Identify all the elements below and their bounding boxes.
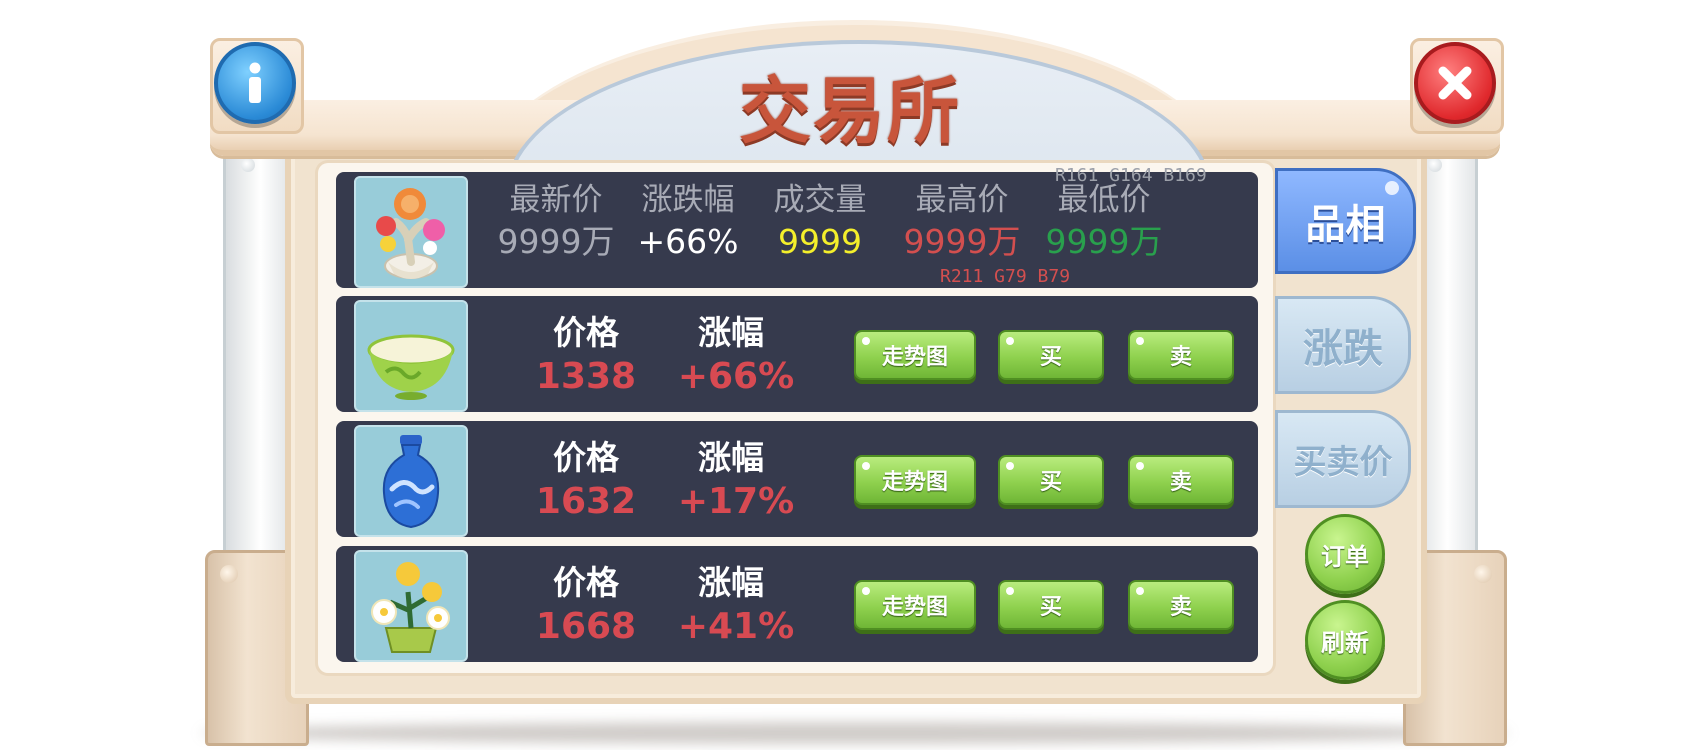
item-price: 1338	[535, 356, 637, 397]
item-change: +66%	[677, 356, 795, 397]
button-label: 卖	[1169, 345, 1192, 370]
change-label: 涨幅	[698, 438, 764, 477]
tea-bowl-icon	[367, 334, 455, 400]
stat-value: 9999万	[497, 222, 615, 261]
annotation-top: R161 G164 B169	[1055, 165, 1207, 186]
stat-value: +66%	[637, 222, 739, 261]
tab-label: 涨跌	[1303, 326, 1383, 372]
flower-pot-icon	[371, 562, 450, 653]
button-label: 卖	[1169, 470, 1192, 495]
stat-volume: 成交量 9999	[750, 180, 890, 264]
button-label: 刷新	[1321, 628, 1369, 657]
stat-low-price: 最低价 9999万	[1034, 180, 1174, 264]
sell-button[interactable]: 卖	[1128, 580, 1234, 630]
tab-label: 买卖价	[1293, 442, 1393, 481]
item-thumbnail	[354, 550, 468, 662]
page-title: 交易所	[738, 69, 961, 153]
price-label: 价格	[553, 563, 619, 602]
stat-label: 最高价	[915, 182, 1009, 218]
selected-item-summary: 最新价 9999万 涨跌幅 +66% 成交量 9999 最高价 9999万 最低…	[336, 172, 1258, 288]
button-label: 买	[1039, 595, 1062, 620]
stat-value: 9999万	[1045, 222, 1163, 261]
trend-chart-button[interactable]: 走势图	[854, 330, 976, 380]
frame-shadow	[200, 722, 1510, 744]
list-item: 价格 涨幅 1632 +17% 走势图 买 卖	[336, 421, 1258, 537]
button-label: 走势图	[881, 595, 948, 620]
buy-button[interactable]: 买	[998, 455, 1104, 505]
item-price: 1668	[535, 606, 637, 647]
coral-bonsai-icon	[376, 188, 445, 279]
item-thumbnail	[354, 300, 468, 412]
change-label: 涨幅	[698, 563, 764, 602]
tab-price-change[interactable]: 涨跌	[1275, 296, 1411, 394]
item-change: +41%	[677, 606, 795, 647]
button-label: 走势图	[881, 470, 948, 495]
stat-label: 最新价	[509, 182, 603, 218]
tab-bid-ask[interactable]: 买卖价	[1275, 410, 1411, 508]
stat-latest-price: 最新价 9999万	[486, 180, 626, 264]
stat-label: 成交量	[773, 182, 867, 218]
change-label: 涨幅	[698, 313, 764, 352]
button-label: 卖	[1169, 595, 1192, 620]
tab-appearance[interactable]: 品相	[1275, 168, 1416, 274]
item-price: 1632	[535, 481, 637, 522]
stat-label: 最低价	[1057, 182, 1151, 218]
sell-button[interactable]: 卖	[1128, 455, 1234, 505]
left-pillar	[223, 148, 291, 568]
sell-button[interactable]: 卖	[1128, 330, 1234, 380]
blue-vase-icon	[382, 435, 440, 529]
trend-chart-button[interactable]: 走势图	[854, 580, 976, 630]
stat-change: 涨跌幅 +66%	[618, 180, 758, 264]
stat-high-price: 最高价 9999万	[892, 180, 1032, 264]
stat-value: 9999万	[903, 222, 1021, 261]
button-label: 订单	[1321, 542, 1369, 571]
item-thumbnail	[354, 176, 468, 288]
button-label: 买	[1039, 345, 1062, 370]
button-label: 买	[1039, 470, 1062, 495]
refresh-button[interactable]: 刷新	[1305, 600, 1385, 680]
close-icon	[1438, 66, 1472, 100]
price-label: 价格	[553, 438, 619, 477]
close-button[interactable]	[1414, 42, 1496, 124]
list-item: 价格 涨幅 1668 +41% 走势图 买 卖	[336, 546, 1258, 662]
info-icon	[249, 62, 261, 103]
stat-value: 9999	[778, 222, 862, 261]
buy-button[interactable]: 买	[998, 330, 1104, 380]
info-button[interactable]	[214, 42, 296, 124]
tab-label: 品相	[1305, 202, 1386, 248]
item-thumbnail	[354, 425, 468, 537]
trend-chart-button[interactable]: 走势图	[854, 455, 976, 505]
price-label: 价格	[553, 313, 619, 352]
buy-button[interactable]: 买	[998, 580, 1104, 630]
list-item: 价格 涨幅 1338 +66% 走势图 买 卖	[336, 296, 1258, 412]
item-change: +17%	[677, 481, 795, 522]
stat-label: 涨跌幅	[641, 182, 735, 218]
button-label: 走势图	[881, 345, 948, 370]
orders-button[interactable]: 订单	[1305, 514, 1385, 594]
annotation-bottom: R211 G79 B79	[940, 266, 1071, 287]
